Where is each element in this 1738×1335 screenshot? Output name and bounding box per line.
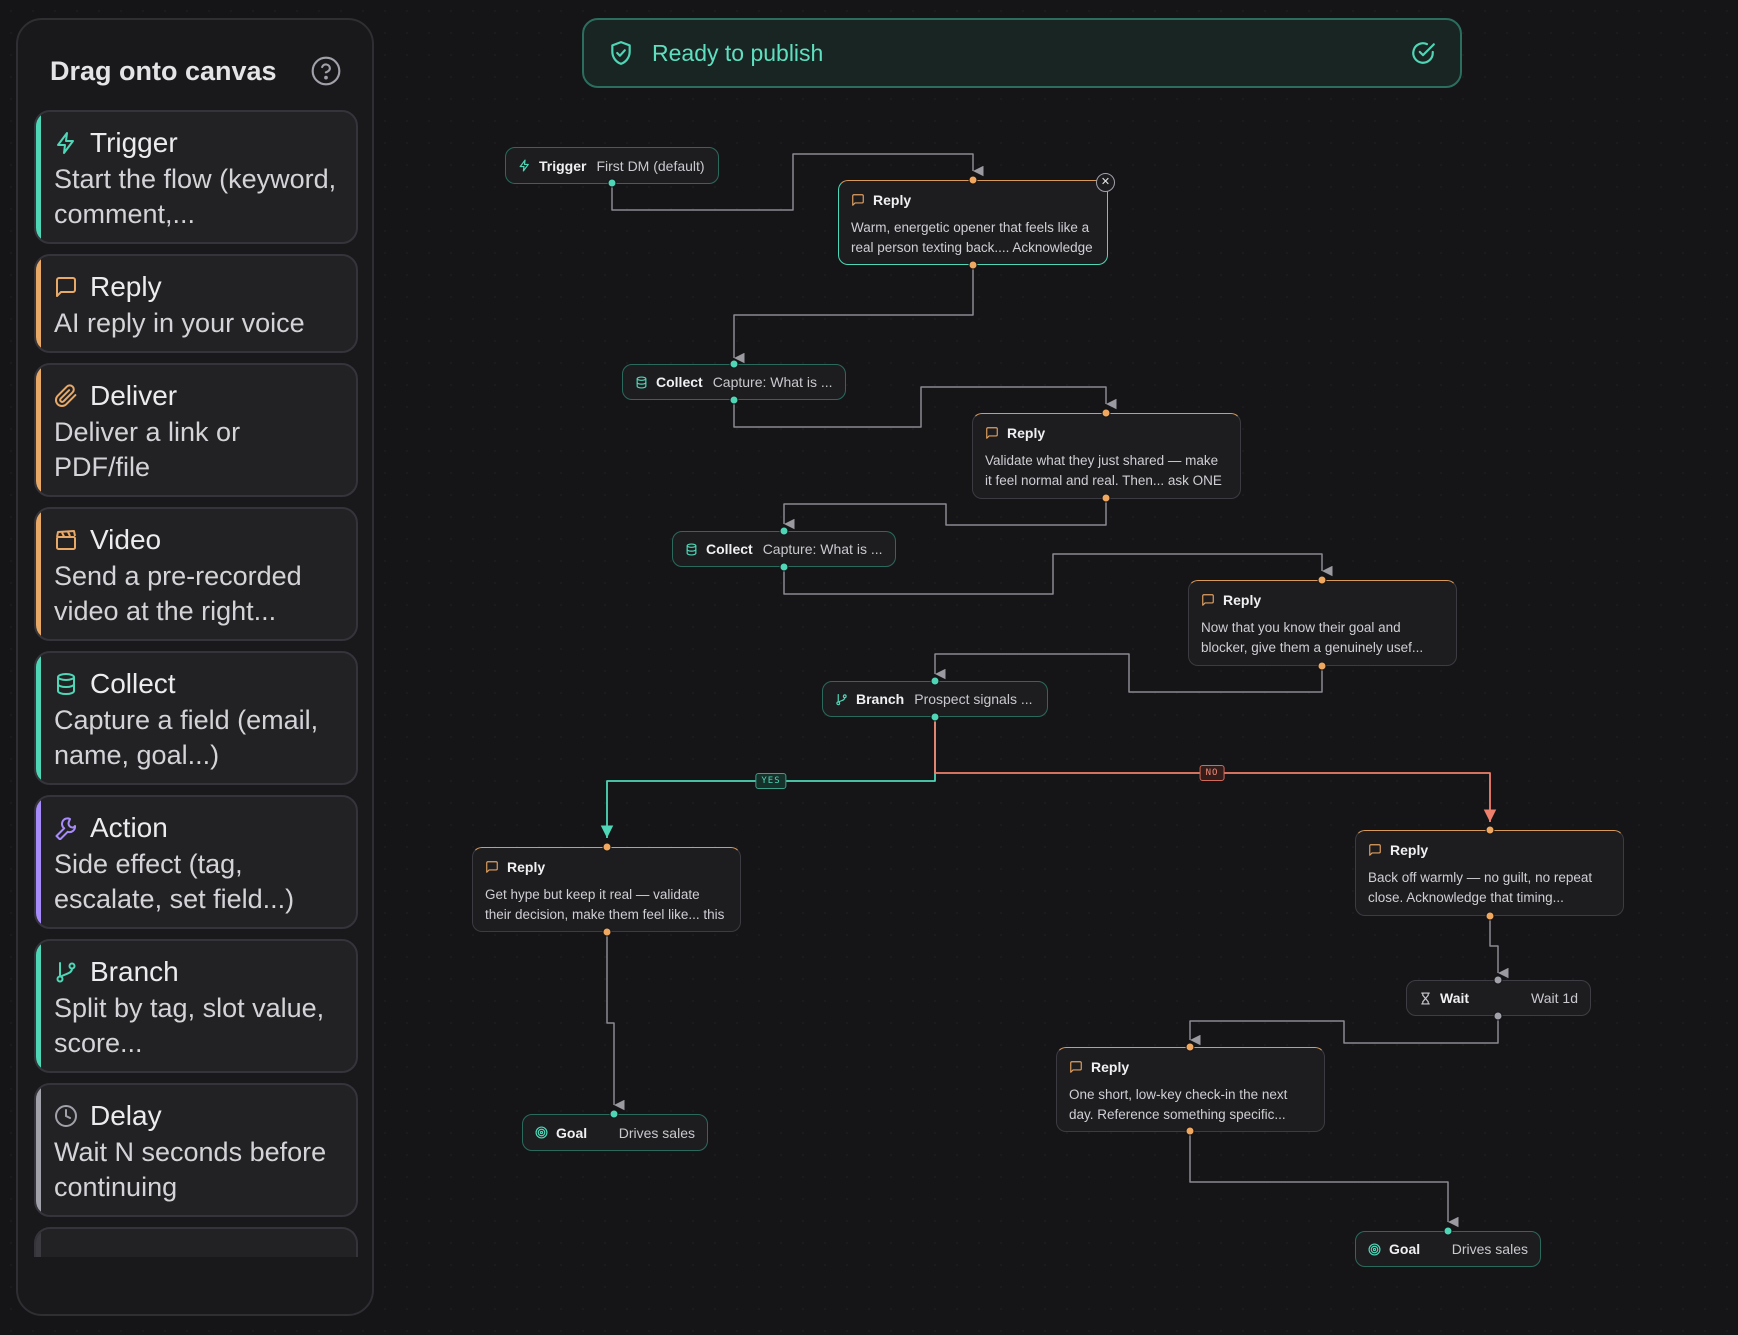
input-handle[interactable] bbox=[1101, 408, 1111, 418]
node-goal-1[interactable]: Goal Drives sales bbox=[522, 1114, 708, 1151]
message-square-icon bbox=[1201, 593, 1215, 607]
edge-replyno-wait bbox=[1489, 916, 1509, 979]
output-handle[interactable] bbox=[1317, 661, 1327, 671]
node-summary: Wait 1d bbox=[1531, 990, 1578, 1006]
output-handle[interactable] bbox=[1493, 1011, 1503, 1021]
database-icon bbox=[685, 542, 698, 556]
target-icon bbox=[535, 1126, 548, 1139]
edge-reply2-collect2 bbox=[783, 498, 1107, 530]
input-handle[interactable] bbox=[609, 1109, 619, 1119]
node-summary: Prospect signals ... bbox=[914, 691, 1033, 707]
node-type: Wait bbox=[1440, 990, 1470, 1006]
output-handle[interactable] bbox=[930, 712, 940, 722]
input-handle[interactable] bbox=[1185, 1042, 1195, 1052]
node-type: Reply bbox=[1007, 425, 1046, 441]
node-reply-value[interactable]: Reply Now that you know their goal and b… bbox=[1188, 580, 1457, 666]
message-square-icon bbox=[985, 426, 999, 440]
database-icon bbox=[635, 375, 648, 389]
node-reply-no[interactable]: Reply Back off warmly — no guilt, no rep… bbox=[1355, 830, 1624, 916]
node-summary: Get hype but keep it real — validate the… bbox=[485, 887, 725, 922]
node-summary: Back off warmly — no guilt, no repeat cl… bbox=[1368, 870, 1593, 905]
node-summary: Validate what they just shared — make it… bbox=[985, 453, 1222, 488]
node-type: Reply bbox=[1223, 592, 1262, 608]
output-handle[interactable] bbox=[607, 178, 617, 188]
branch-yes-label[interactable]: YES bbox=[755, 773, 787, 789]
node-type: Reply bbox=[873, 192, 912, 208]
input-handle[interactable] bbox=[729, 359, 739, 369]
node-summary: Drives sales bbox=[618, 1124, 695, 1141]
node-type: Reply bbox=[1390, 842, 1429, 858]
message-square-icon bbox=[1368, 843, 1382, 857]
node-reply-validate[interactable]: Reply Validate what they just shared — m… bbox=[972, 413, 1241, 499]
output-handle[interactable] bbox=[729, 395, 739, 405]
edge-wait-followup bbox=[1189, 1016, 1499, 1046]
input-handle[interactable] bbox=[1443, 1226, 1453, 1236]
node-goal-2[interactable]: Goal Drives sales bbox=[1355, 1231, 1541, 1267]
edge-followup-goal2 bbox=[1189, 1131, 1459, 1228]
hourglass-icon bbox=[1419, 991, 1432, 1005]
message-square-icon bbox=[485, 860, 499, 874]
node-type: Goal bbox=[1389, 1241, 1421, 1257]
output-handle[interactable] bbox=[968, 260, 978, 270]
input-handle[interactable] bbox=[1317, 575, 1327, 585]
node-summary: Capture: What is ... bbox=[712, 374, 833, 390]
node-summary: One short, low-key check-in the next day… bbox=[1069, 1087, 1288, 1122]
node-type: Goal bbox=[556, 1124, 588, 1141]
node-summary: Warm, energetic opener that feels like a… bbox=[851, 220, 1093, 255]
node-summary: Capture: What is ... bbox=[762, 541, 883, 557]
edge-replyyes-goal1 bbox=[606, 932, 625, 1111]
output-handle[interactable] bbox=[1101, 493, 1111, 503]
input-handle[interactable] bbox=[1485, 825, 1495, 835]
target-icon bbox=[1368, 1242, 1381, 1256]
input-handle[interactable] bbox=[1493, 975, 1503, 985]
input-handle[interactable] bbox=[779, 526, 789, 536]
input-handle[interactable] bbox=[930, 676, 940, 686]
node-type: Collect bbox=[656, 374, 703, 390]
node-reply-opener[interactable]: Reply Warm, energetic opener that feels … bbox=[838, 173, 1115, 265]
message-square-icon bbox=[1069, 1060, 1083, 1074]
node-reply-yes[interactable]: Reply Get hype but keep it real — valida… bbox=[472, 847, 741, 932]
delete-node-button[interactable]: ✕ bbox=[1096, 173, 1115, 192]
node-reply-followup[interactable]: Reply One short, low-key check-in the ne… bbox=[1056, 1047, 1325, 1132]
output-handle[interactable] bbox=[1185, 1126, 1195, 1136]
output-handle[interactable] bbox=[1485, 911, 1495, 921]
input-handle[interactable] bbox=[968, 175, 978, 185]
git-branch-icon bbox=[835, 693, 848, 706]
message-square-icon bbox=[851, 193, 865, 207]
node-summary: Drives sales bbox=[1451, 1241, 1528, 1257]
node-summary: Now that you know their goal and blocker… bbox=[1201, 620, 1424, 655]
node-type: Collect bbox=[706, 541, 753, 557]
lightning-icon bbox=[518, 159, 531, 172]
node-type: Branch bbox=[856, 691, 905, 707]
output-handle[interactable] bbox=[779, 562, 789, 572]
node-type: Trigger bbox=[539, 157, 587, 174]
node-type: Reply bbox=[1091, 1059, 1130, 1075]
output-handle[interactable] bbox=[602, 927, 612, 937]
branch-no-label[interactable]: NO bbox=[1199, 765, 1225, 781]
node-type: Reply bbox=[507, 859, 546, 875]
input-handle[interactable] bbox=[602, 842, 612, 852]
edge-reply1-collect1 bbox=[733, 265, 974, 364]
node-summary: First DM (default) bbox=[596, 157, 705, 174]
